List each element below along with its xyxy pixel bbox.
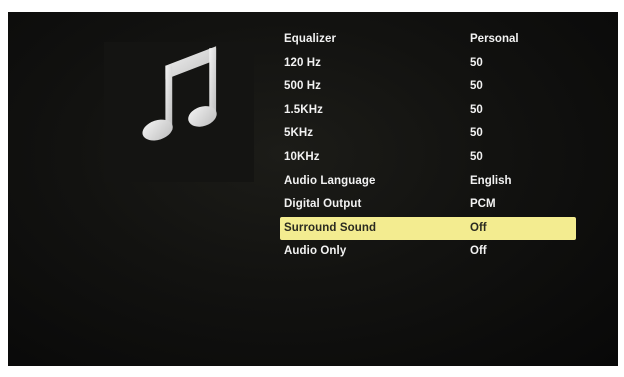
menu-item-1-5khz[interactable]: 1.5KHz 50 <box>280 99 576 123</box>
menu-item-value: Personal <box>470 33 519 45</box>
menu-item-audio-language[interactable]: Audio Language English <box>280 170 576 194</box>
menu-item-value: PCM <box>470 198 496 211</box>
menu-item-label: Audio Only <box>284 245 347 258</box>
menu-item-label: 5KHz <box>284 127 314 140</box>
menu-item-label: 120 Hz <box>284 56 322 69</box>
menu-item-value: 50 <box>470 150 483 163</box>
menu-item-label: 500 Hz <box>284 80 322 93</box>
menu-item-500-hz[interactable]: 500 Hz 50 <box>280 75 576 99</box>
menu-item-value: English <box>470 174 512 187</box>
menu-item-value: 50 <box>470 103 483 116</box>
menu-item-value: Off <box>470 221 487 234</box>
tv-screen: Equalizer Personal 120 Hz 50 500 Hz 50 1.5KHz 5… <box>8 12 618 366</box>
menu-item-value: Off <box>470 245 487 258</box>
menu-item-5khz[interactable]: 5KHz 50 <box>280 122 576 146</box>
menu-item-label: Equalizer <box>284 33 337 45</box>
menu-item-label: 1.5KHz <box>284 103 323 116</box>
audio-settings-menu: Equalizer Personal 120 Hz 50 500 Hz 50 1.5KHz 5… <box>280 28 576 264</box>
menu-item-equalizer[interactable]: Equalizer Personal <box>280 28 576 52</box>
music-note-icon <box>142 44 220 142</box>
menu-item-value: 50 <box>470 56 483 69</box>
menu-item-label: Audio Language <box>284 174 376 187</box>
menu-item-label: 10KHz <box>284 150 320 163</box>
menu-item-value: 50 <box>470 80 483 93</box>
menu-item-digital-output[interactable]: Digital Output PCM <box>280 193 576 217</box>
menu-item-label: Surround Sound <box>284 221 377 234</box>
audio-art-panel <box>104 42 254 182</box>
menu-item-10khz[interactable]: 10KHz 50 <box>280 146 576 170</box>
menu-item-label: Digital Output <box>284 198 362 211</box>
menu-item-audio-only[interactable]: Audio Only Off <box>280 240 576 264</box>
menu-item-surround-sound[interactable]: Surround Sound Off <box>280 216 576 241</box>
menu-item-120-hz[interactable]: 120 Hz 50 <box>280 52 576 76</box>
menu-item-value: 50 <box>470 127 483 140</box>
